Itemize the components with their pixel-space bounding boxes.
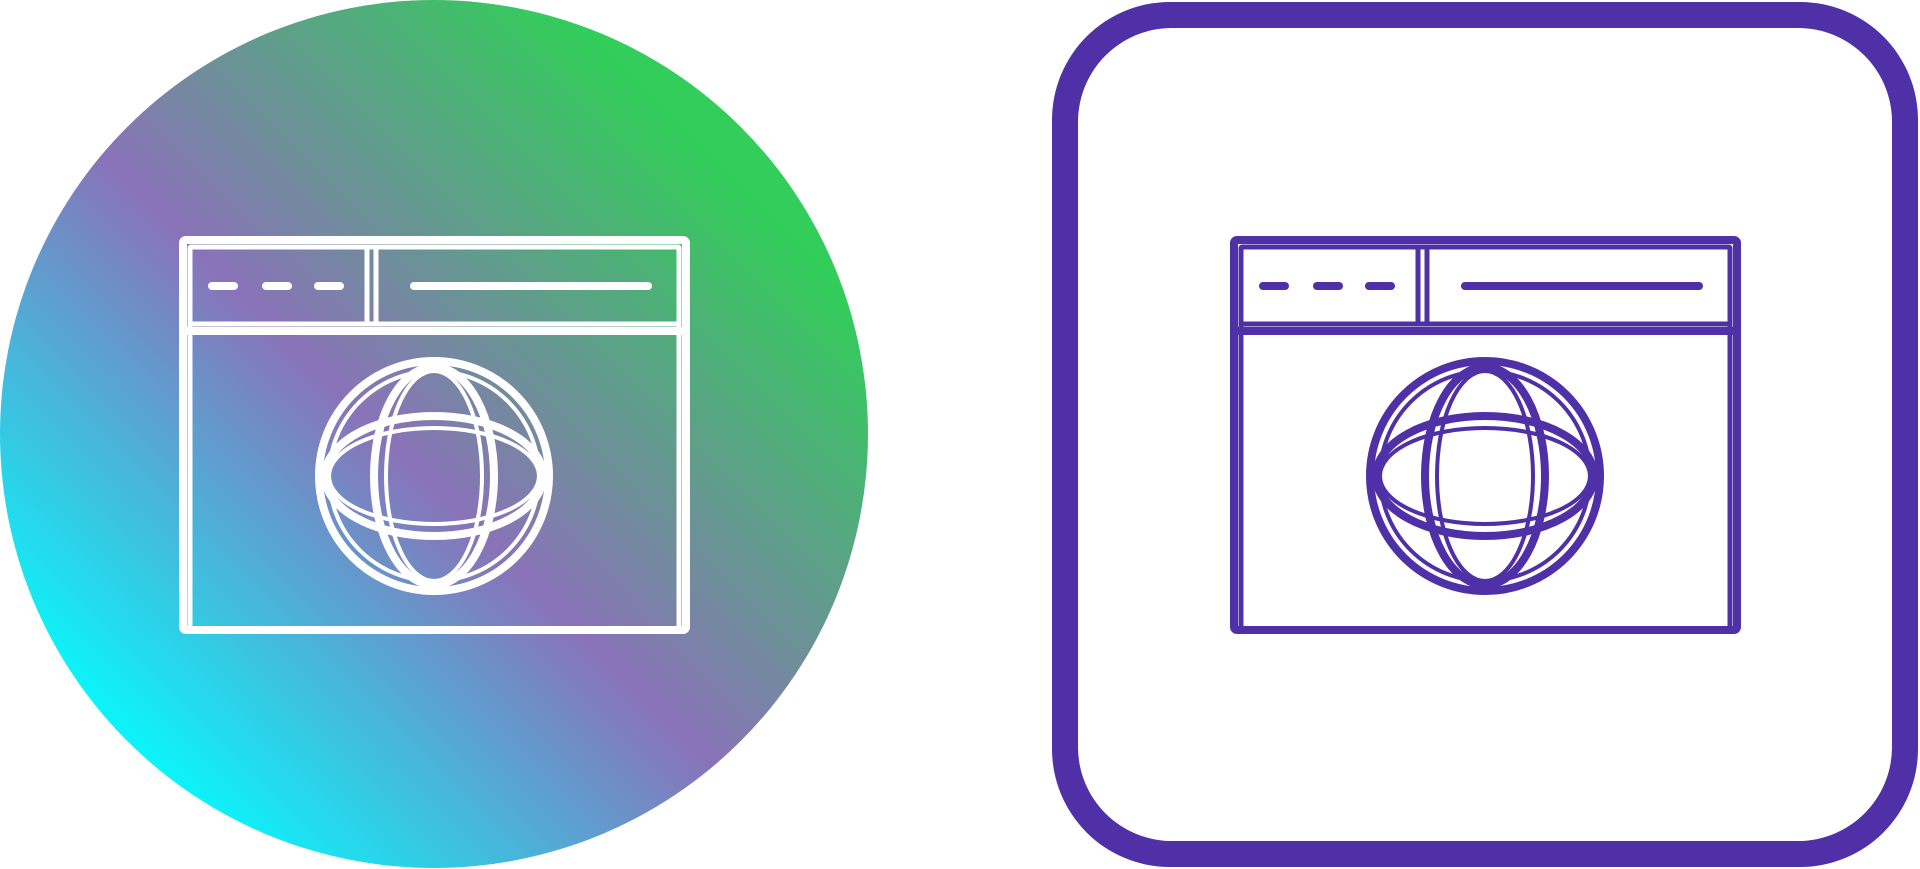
icon-showcase: [0, 0, 1920, 869]
gradient-circle-browser-globe-icon: [0, 0, 868, 868]
gradient-circle-background: [0, 0, 868, 868]
outline-square-browser-globe-icon: [1052, 2, 1918, 867]
rounded-square-frame-inner: [1078, 28, 1892, 841]
